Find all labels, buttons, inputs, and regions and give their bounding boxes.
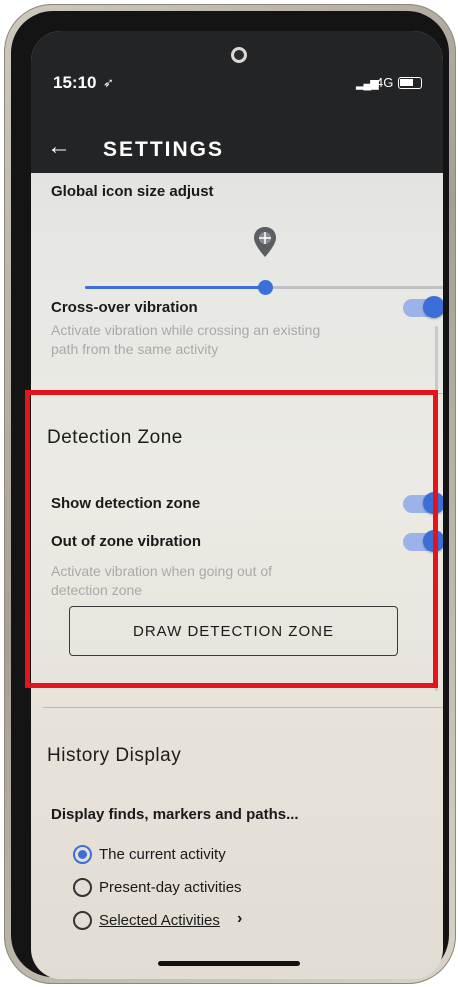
radio-label-present-day-activities: Present-day activities — [99, 879, 242, 896]
crossover-vibration-toggle[interactable] — [403, 296, 443, 318]
radio-present-day-activities[interactable] — [73, 878, 92, 897]
radio-current-activity[interactable] — [73, 845, 92, 864]
signal-bars-icon: ▂▄▆ — [356, 78, 379, 90]
home-indicator[interactable] — [158, 961, 300, 966]
front-camera — [231, 47, 247, 63]
location-icon: ➶ — [103, 75, 114, 90]
radio-label-selected-activities[interactable]: Selected Activities — [99, 912, 220, 929]
battery-icon — [398, 77, 422, 89]
app-toolbar: ← SETTINGS — [31, 127, 443, 173]
back-arrow-icon[interactable]: ← — [47, 135, 71, 159]
status-time: 15:10 — [53, 73, 97, 92]
crossover-vibration-description: Activate vibration while crossing an exi… — [51, 322, 321, 357]
status-bar: 15:10 ➶ ▂▄▆ 4G — [31, 31, 443, 127]
chevron-right-icon[interactable]: › — [237, 910, 242, 928]
icon-size-slider-thumb[interactable] — [258, 280, 273, 295]
crossover-vibration-label: Cross-over vibration — [51, 299, 198, 316]
page-title: SETTINGS — [103, 138, 225, 161]
radio-selected-activities[interactable] — [73, 911, 92, 930]
map-pin-icon — [254, 227, 276, 257]
history-display-title: History Display — [47, 745, 182, 766]
icon-size-slider[interactable] — [85, 280, 443, 295]
radio-label-current-activity: The current activity — [99, 846, 226, 863]
network-type: 4G — [376, 75, 394, 90]
draw-detection-zone-button[interactable]: DRAW DETECTION ZONE — [69, 606, 398, 656]
history-display-subtitle: Display finds, markers and paths... — [51, 806, 299, 823]
toggle-knob — [423, 296, 443, 318]
section-divider — [43, 707, 443, 708]
icon-size-label: Global icon size adjust — [51, 183, 214, 200]
icon-size-slider-fill — [85, 286, 265, 289]
